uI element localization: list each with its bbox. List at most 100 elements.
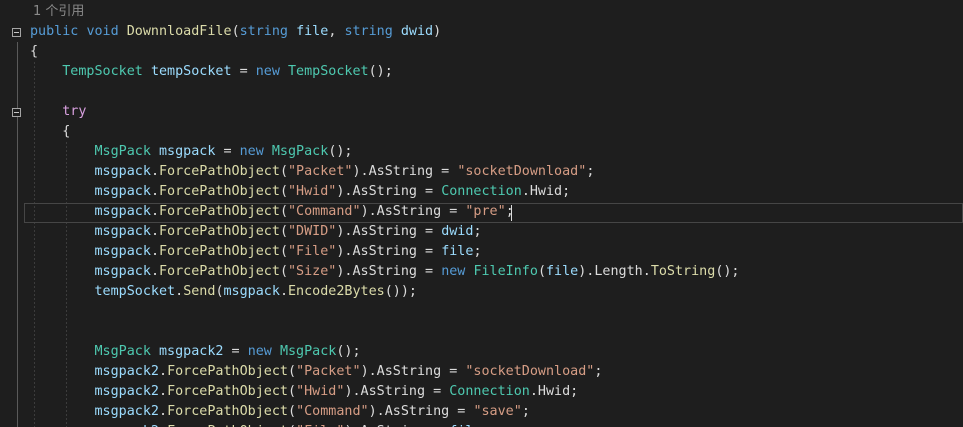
- code-token: .: [159, 364, 168, 379]
- code-token: new: [239, 144, 264, 159]
- code-token: tempSocket: [150, 64, 232, 79]
- code-line[interactable]: MsgPack msgpack = new MsgPack();: [30, 142, 353, 162]
- code-token: (: [279, 204, 288, 219]
- code-line[interactable]: msgpack2.ForcePathObject("File").AsStrin…: [30, 422, 490, 427]
- code-token: ).AsString =: [336, 244, 442, 259]
- code-token: new: [441, 264, 466, 279]
- code-token: ).AsString =: [344, 384, 450, 399]
- code-token: (: [279, 264, 288, 279]
- code-token: msgpack: [94, 164, 151, 179]
- code-token: MsgPack: [271, 144, 329, 159]
- code-token: "Command": [296, 404, 369, 419]
- collapse-try-icon[interactable]: [12, 108, 21, 117]
- code-line[interactable]: msgpack.ForcePathObject("Size").AsString…: [30, 262, 740, 282]
- code-token: Encode2Bytes: [288, 284, 385, 299]
- code-token: string: [239, 24, 288, 39]
- fold-gutter-line: [17, 42, 18, 427]
- code-token: (: [231, 24, 240, 39]
- code-line[interactable]: msgpack2.ForcePathObject("Command").AsSt…: [30, 402, 530, 422]
- code-token: =: [231, 64, 256, 79]
- code-line[interactable]: msgpack2.ForcePathObject("Packet").AsStr…: [30, 362, 603, 382]
- code-token: {: [30, 44, 39, 59]
- code-line[interactable]: {: [30, 122, 70, 142]
- code-token: (: [215, 284, 224, 299]
- code-token: ForcePathObject: [159, 224, 280, 239]
- code-token: ;: [473, 224, 482, 239]
- code-token: msgpack: [223, 284, 280, 299]
- code-line[interactable]: public void DownnloadFile(string file, s…: [30, 22, 441, 42]
- code-line[interactable]: msgpack2.ForcePathObject("Hwid").AsStrin…: [30, 382, 579, 402]
- code-token: ();: [368, 64, 393, 79]
- code-token: Connection: [441, 184, 522, 199]
- code-line[interactable]: {: [30, 42, 38, 62]
- code-token: "save": [473, 404, 522, 419]
- code-token: ();: [336, 344, 361, 359]
- code-editor[interactable]: 1 个引用 public void DownnloadFile(string f…: [0, 0, 963, 427]
- code-token: =: [215, 144, 240, 159]
- code-token: ): [433, 24, 442, 39]
- code-token: file: [441, 244, 474, 259]
- code-token: (: [288, 384, 297, 399]
- code-token: msgpack2: [94, 384, 160, 399]
- code-token: .: [150, 204, 159, 219]
- code-token: ).AsString =: [336, 264, 442, 279]
- code-token: ForcePathObject: [159, 184, 280, 199]
- code-token: ).AsString =: [360, 204, 466, 219]
- code-line[interactable]: TempSocket tempSocket = new TempSocket()…: [30, 62, 393, 82]
- text-caret: [511, 205, 512, 221]
- code-token: (: [288, 404, 297, 419]
- code-token: "pre": [465, 204, 506, 219]
- code-token: ForcePathObject: [167, 404, 288, 419]
- code-token: ).AsString =: [336, 184, 442, 199]
- code-token: MsgPack: [94, 344, 151, 359]
- code-token: (: [279, 244, 288, 259]
- code-line[interactable]: MsgPack msgpack2 = new MsgPack();: [30, 342, 361, 362]
- code-line[interactable]: tempSocket.Send(msgpack.Encode2Bytes());: [30, 282, 418, 302]
- code-token: (: [279, 184, 288, 199]
- code-token: ).AsString =: [352, 164, 458, 179]
- code-token: msgpack2: [94, 364, 160, 379]
- code-token: msgpack2: [159, 344, 224, 359]
- code-token: ToString: [650, 264, 716, 279]
- collapse-method-icon[interactable]: [12, 28, 21, 37]
- code-token: .: [175, 284, 184, 299]
- code-token: ;: [594, 364, 603, 379]
- code-token: .: [159, 404, 168, 419]
- code-line[interactable]: msgpack.ForcePathObject("DWID").AsString…: [30, 222, 482, 242]
- code-token: new: [255, 64, 280, 79]
- code-token: msgpack: [94, 184, 151, 199]
- code-token: (: [279, 164, 288, 179]
- code-token: .: [150, 224, 159, 239]
- code-token: file: [546, 264, 579, 279]
- code-token: "Hwid": [288, 184, 337, 199]
- code-token: "Command": [288, 204, 361, 219]
- code-token: ;: [586, 164, 595, 179]
- code-line[interactable]: msgpack.ForcePathObject("Hwid").AsString…: [30, 182, 571, 202]
- code-token: ());: [384, 284, 417, 299]
- code-token: FileInfo: [473, 264, 538, 279]
- codelens-references[interactable]: 1 个引用: [33, 2, 84, 22]
- code-token: msgpack: [94, 264, 151, 279]
- code-token: "Hwid": [296, 384, 345, 399]
- code-token: void: [86, 24, 119, 39]
- code-token: msgpack: [159, 144, 216, 159]
- code-token: dwid: [441, 224, 474, 239]
- code-token: .: [150, 244, 159, 259]
- code-token: .: [159, 384, 168, 399]
- code-token: .Hwid;: [521, 184, 571, 199]
- code-line[interactable]: try: [30, 102, 86, 122]
- code-line[interactable]: msgpack.ForcePathObject("File").AsString…: [30, 242, 482, 262]
- code-line[interactable]: msgpack.ForcePathObject("Packet").AsStri…: [30, 162, 595, 182]
- code-token: "socketDownload": [457, 164, 587, 179]
- code-line[interactable]: msgpack.ForcePathObject("Command").AsStr…: [30, 202, 514, 222]
